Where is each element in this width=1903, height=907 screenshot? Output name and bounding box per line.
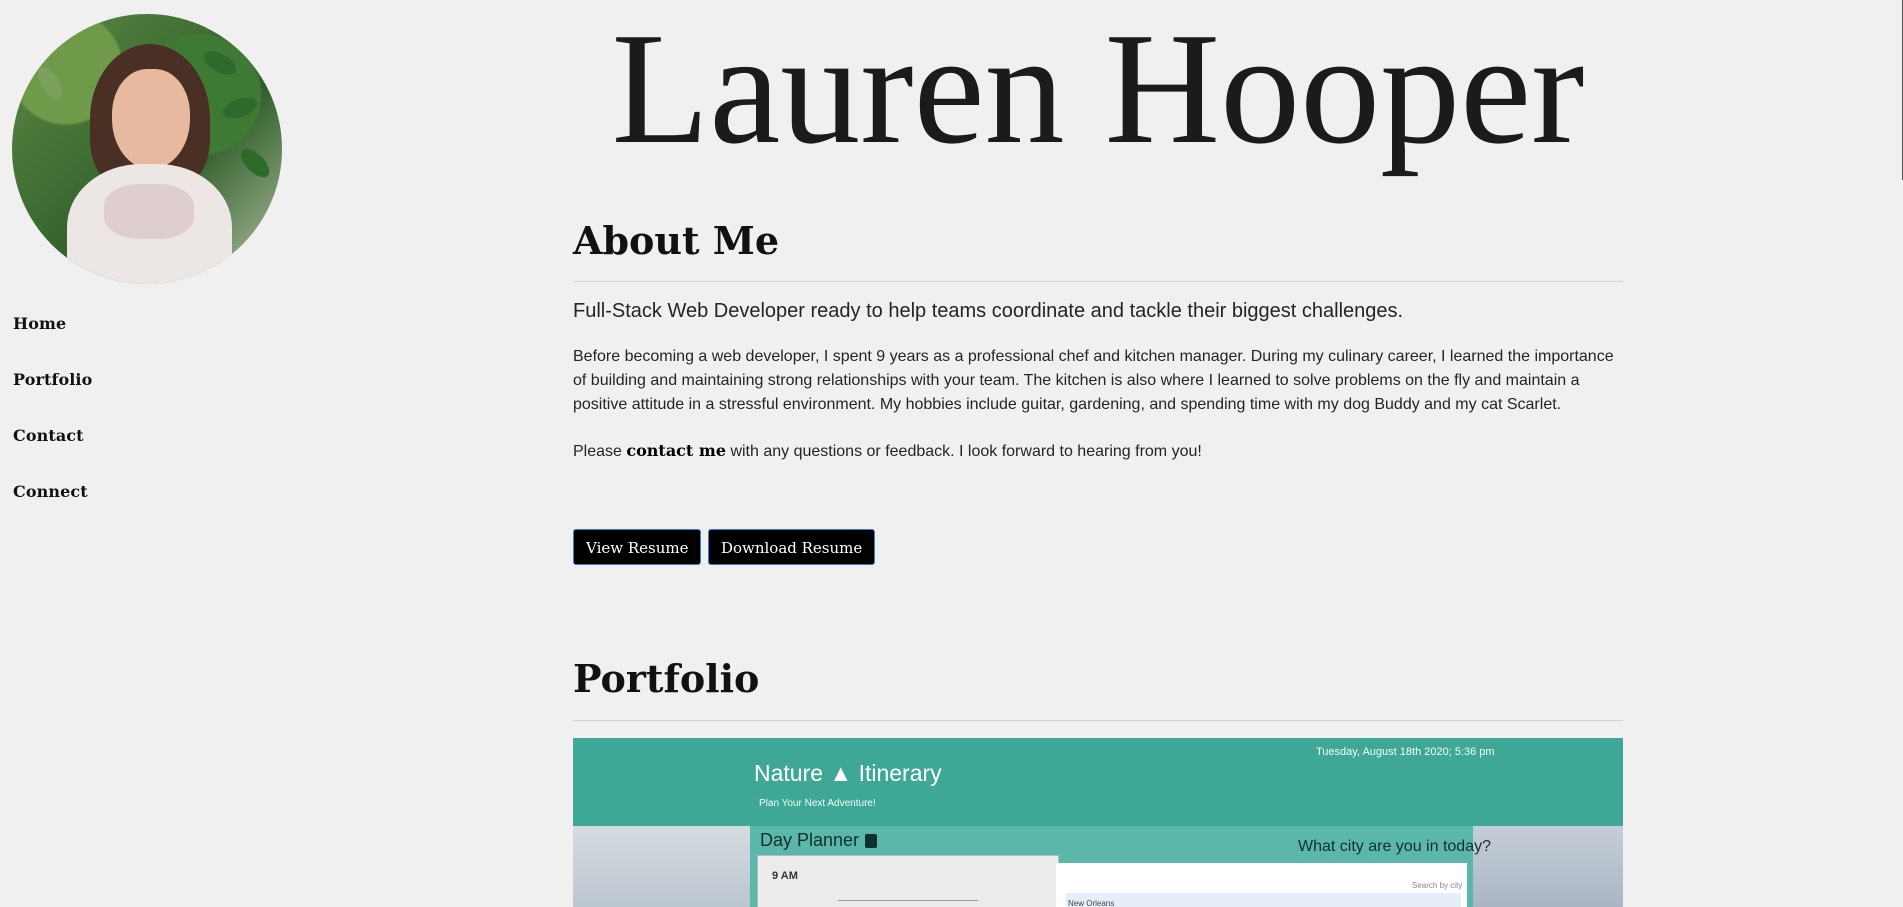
portfolio-heading: Portfolio (573, 656, 760, 701)
preview-search-value: New Orleans (1068, 899, 1115, 907)
preview-search-input (1066, 893, 1461, 907)
about-body: Before becoming a web developer, I spent… (573, 348, 1614, 413)
nav-home-link[interactable]: Home (13, 314, 66, 333)
preview-app-name: Nature ▲ Itinerary (754, 760, 942, 786)
download-resume-button[interactable]: Download Resume (707, 529, 876, 565)
nav-portfolio-link[interactable]: Portfolio (13, 370, 92, 389)
preview-search-label: Search by city (1412, 881, 1463, 890)
preview-city-question: What city are you in today? (1298, 838, 1491, 855)
resume-buttons: View Resume Download Resume (573, 529, 877, 565)
contact-prefix: Please (573, 443, 627, 460)
preview-search-box: Search by city New Orleans (1056, 863, 1467, 907)
preview-hour-block: 9 AM (757, 855, 1059, 907)
about-divider (573, 281, 1623, 282)
calendar-icon (865, 834, 878, 849)
nav-connect-link[interactable]: Connect (13, 482, 88, 501)
preview-background-left (573, 826, 750, 907)
preview-date: Tuesday, August 18th 2020; 5:36 pm (1316, 746, 1495, 758)
contact-me-link[interactable]: contact me (626, 441, 726, 460)
portfolio-project-preview[interactable]: Nature ▲ Itinerary Plan Your Next Advent… (573, 738, 1623, 907)
site-title: Lauren Hooper (611, 0, 1585, 177)
preview-tagline: Plan Your Next Adventure! (759, 798, 876, 809)
about-heading: About Me (573, 218, 780, 263)
contact-sentence: Please contact me with any questions or … (573, 441, 1202, 461)
preview-background-right (1473, 826, 1623, 907)
about-lead: Full-Stack Web Developer ready to help t… (573, 300, 1404, 322)
preview-planner-title: Day Planner (760, 830, 878, 851)
preview-hour-label: 9 AM (772, 870, 798, 882)
portfolio-divider (573, 720, 1623, 721)
main-nav: Home Portfolio Contact Connect (13, 314, 92, 538)
avatar (12, 14, 282, 284)
preview-hour-line (838, 900, 978, 901)
sidebar: Home Portfolio Contact Connect (0, 0, 300, 907)
nav-contact-link[interactable]: Contact (13, 426, 84, 445)
contact-suffix: with any questions or feedback. I look f… (726, 443, 1202, 460)
view-resume-button[interactable]: View Resume (573, 529, 702, 565)
